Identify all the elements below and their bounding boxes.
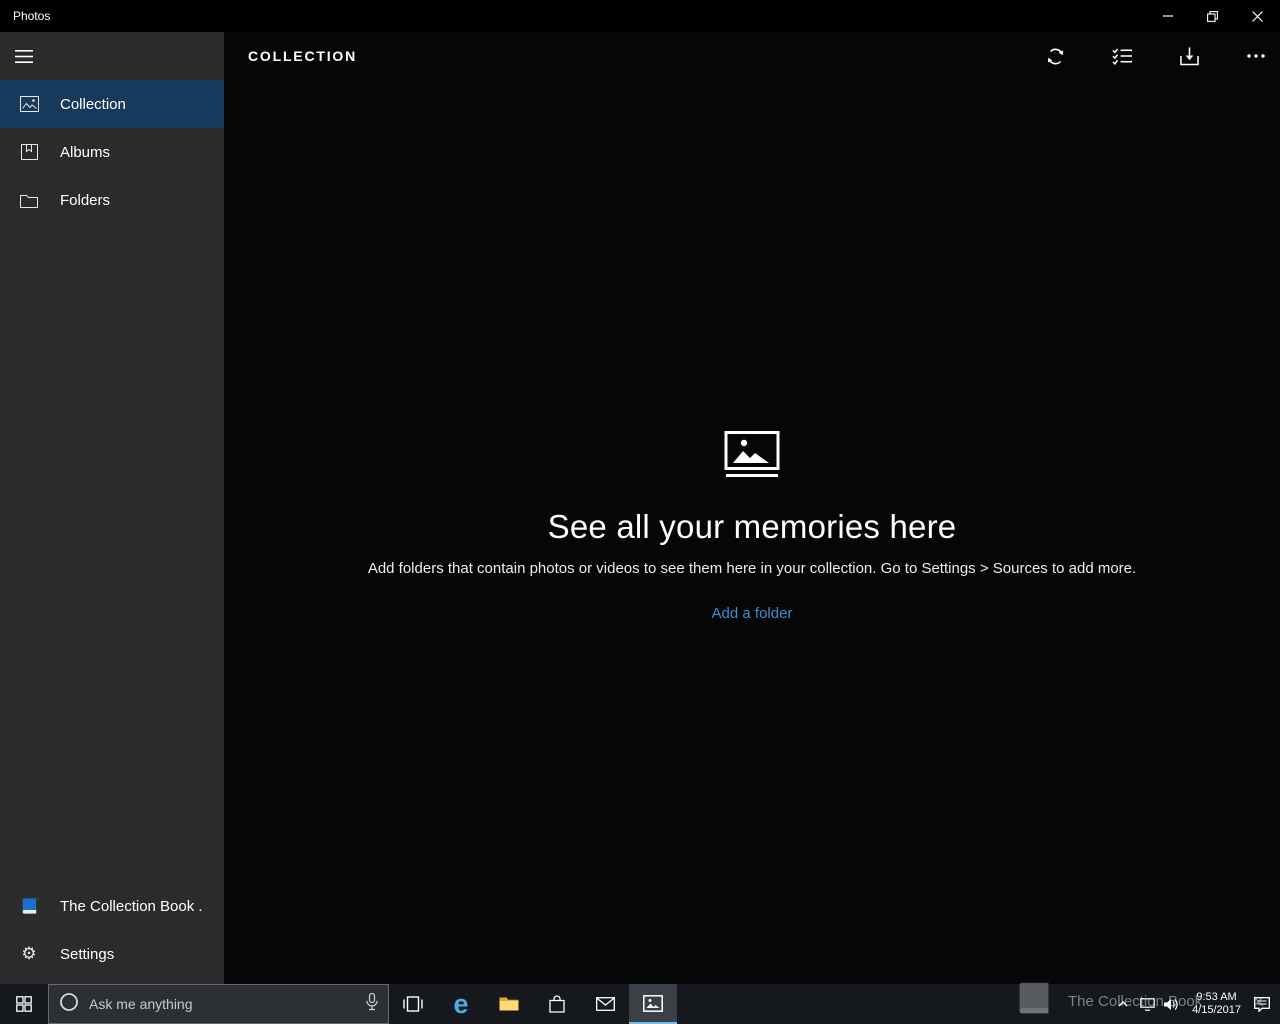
hamburger-menu-button[interactable] xyxy=(0,32,48,80)
window-title: Photos xyxy=(13,9,51,23)
task-view-button[interactable] xyxy=(389,984,437,1024)
sidebar-item-collection[interactable]: Collection xyxy=(0,80,224,128)
titlebar: Photos xyxy=(0,0,1280,32)
sidebar-item-label: Settings xyxy=(60,945,115,963)
microphone-icon[interactable] xyxy=(366,992,378,1016)
taskbar-search[interactable] xyxy=(48,984,389,1024)
import-button[interactable] xyxy=(1165,32,1213,80)
close-button[interactable] xyxy=(1235,0,1280,32)
sidebar-nav: Collection Albums Folders xyxy=(0,80,224,224)
more-icon xyxy=(1247,54,1265,58)
select-icon xyxy=(1111,48,1132,65)
sidebar-item-label: The Collection Book . xyxy=(60,897,203,915)
toast-close-icon xyxy=(1253,996,1264,1006)
add-folder-link[interactable]: Add a folder xyxy=(712,605,793,622)
select-button[interactable] xyxy=(1098,32,1146,80)
file-explorer-icon xyxy=(499,997,519,1011)
app-body: Collection Albums Folders The Collection… xyxy=(0,32,1280,984)
sidebar-item-collection-book[interactable]: The Collection Book . xyxy=(0,882,224,930)
notification-toast: The Collection Book xyxy=(1014,978,1266,1024)
photos-icon xyxy=(643,994,663,1012)
sidebar-item-label: Collection xyxy=(60,95,126,113)
store-icon xyxy=(549,995,565,1013)
close-icon xyxy=(1252,10,1263,22)
sidebar-bottom: The Collection Book . ⚙ Settings xyxy=(0,882,224,984)
albums-icon xyxy=(18,144,40,160)
more-button[interactable] xyxy=(1232,32,1280,80)
hamburger-icon xyxy=(15,49,33,63)
photos-stack-icon xyxy=(723,431,781,482)
import-icon xyxy=(1179,47,1199,66)
sidebar-item-folders[interactable]: Folders xyxy=(0,176,224,224)
empty-state: See all your memories here Add folders t… xyxy=(224,431,1280,623)
gear-icon: ⚙ xyxy=(21,943,37,964)
sidebar: Collection Albums Folders The Collection… xyxy=(0,32,224,984)
sidebar-item-settings[interactable]: ⚙ Settings xyxy=(0,930,224,978)
minimize-button[interactable] xyxy=(1145,0,1190,32)
mail-icon xyxy=(595,997,615,1011)
sidebar-item-label: Folders xyxy=(60,191,111,209)
toast-title: The Collection Book xyxy=(1068,992,1203,1010)
sidebar-item-albums[interactable]: Albums xyxy=(0,128,224,176)
main-panel: COLLECTION See all your memories here Ad… xyxy=(224,32,1280,984)
toast-book-icon xyxy=(1014,981,1054,1022)
empty-state-description: Add folders that contain photos or video… xyxy=(367,560,1137,577)
collection-content: See all your memories here Add folders t… xyxy=(224,80,1280,984)
header-actions xyxy=(1012,32,1280,80)
app-header: COLLECTION xyxy=(224,32,1280,80)
start-button[interactable] xyxy=(0,984,48,1024)
refresh-icon xyxy=(1047,48,1063,64)
folders-icon xyxy=(18,193,40,208)
minimize-icon xyxy=(1162,15,1173,17)
sidebar-item-label: Albums xyxy=(60,143,111,161)
restore-icon xyxy=(1207,10,1218,22)
taskbar-photos-button[interactable] xyxy=(629,984,677,1024)
book-icon xyxy=(18,897,40,915)
task-view-icon xyxy=(403,996,423,1012)
refresh-button[interactable] xyxy=(1031,32,1079,80)
window-controls xyxy=(1145,0,1280,32)
windows-logo-icon xyxy=(16,996,32,1012)
search-input[interactable] xyxy=(89,996,356,1012)
cortana-icon xyxy=(59,992,79,1017)
page-title: COLLECTION xyxy=(248,48,357,64)
empty-state-title: See all your memories here xyxy=(547,508,957,545)
restore-button[interactable] xyxy=(1190,0,1235,32)
collection-icon xyxy=(18,96,40,112)
taskbar-store-button[interactable] xyxy=(533,984,581,1024)
taskbar-file-explorer-button[interactable] xyxy=(485,984,533,1024)
toast-close-button[interactable] xyxy=(1251,994,1266,1009)
taskbar-edge-button[interactable]: e xyxy=(437,984,485,1024)
taskbar-mail-button[interactable] xyxy=(581,984,629,1024)
edge-icon: e xyxy=(453,988,469,1019)
